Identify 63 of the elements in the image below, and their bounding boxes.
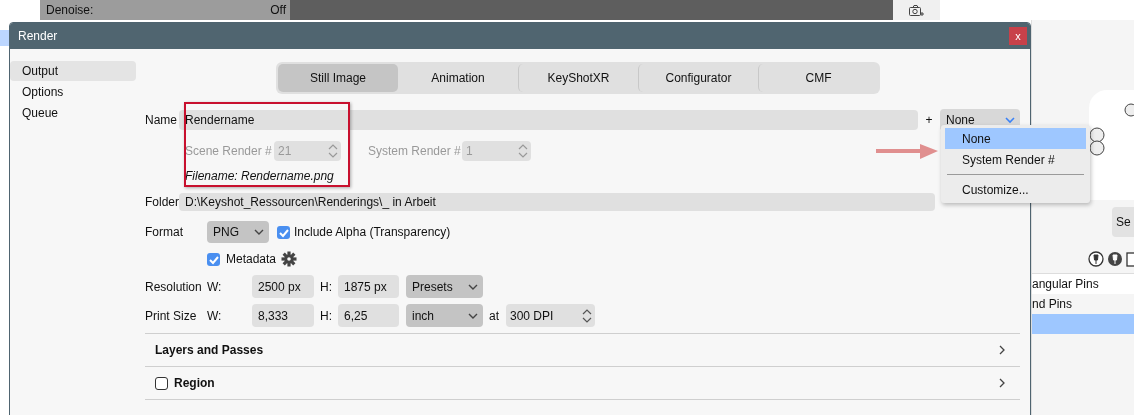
field-label: Folder <box>145 195 179 209</box>
section-title: Region <box>174 376 215 390</box>
folder-field[interactable]: D:\Keyshot_Ressourcen\Renderings\_ in Arbeit <box>179 193 935 211</box>
gear-icon[interactable] <box>281 251 298 267</box>
chevron-icon <box>253 228 265 236</box>
dpi-spinner[interactable]: 300 DPI <box>506 304 595 327</box>
width-field[interactable]: 8,333 <box>252 304 314 327</box>
checkbox-label: Include Alpha (Transparency) <box>294 225 451 239</box>
menu-item[interactable]: Customize... <box>945 179 1086 200</box>
window-title: Render <box>18 29 58 43</box>
sidebar-item[interactable]: Output <box>10 61 136 81</box>
setting-value: Off <box>270 3 286 17</box>
presets-dropdown[interactable]: Presets <box>406 275 483 298</box>
field-label: Name <box>145 113 178 127</box>
chevron-right-icon[interactable] <box>998 345 1006 355</box>
panel-button[interactable]: Se <box>1112 207 1134 237</box>
field-label: W: <box>207 279 223 294</box>
height-field[interactable]: 1875 px <box>338 275 399 298</box>
tab[interactable]: KeyShotXR <box>518 64 638 92</box>
close-button[interactable]: x <box>1009 27 1027 45</box>
list-row[interactable]: nd Pins <box>1032 294 1134 314</box>
menu-item[interactable]: System Render # <box>945 149 1086 170</box>
filename-text: Filename: Rendername.png <box>185 169 334 183</box>
sidebar-item[interactable]: Queue <box>10 103 136 123</box>
menu-item[interactable]: None <box>945 128 1086 149</box>
checkbox[interactable] <box>277 225 290 239</box>
sidebar-item[interactable]: Options <box>10 82 136 102</box>
tab[interactable]: Animation <box>398 64 518 92</box>
selected-item-background <box>0 30 9 46</box>
field-label: Print Size <box>145 308 198 323</box>
chevron-right-icon[interactable] <box>998 378 1006 388</box>
setting-label: Denoise: <box>46 3 94 17</box>
tab[interactable]: Configurator <box>638 64 758 92</box>
tab[interactable]: Still Image <box>278 64 398 92</box>
pin-icon[interactable] <box>1088 251 1104 267</box>
spinner-arrows-icon <box>581 308 593 323</box>
chevron-icon <box>467 282 479 291</box>
pin-icon[interactable] <box>1107 251 1123 267</box>
checkbox[interactable] <box>155 376 168 390</box>
list-row[interactable]: angular Pins <box>1032 274 1134 294</box>
field-label: Resolution <box>145 279 203 294</box>
field-label: at <box>489 308 500 323</box>
spinner-arrows-icon <box>327 144 339 158</box>
chevron-icon <box>1004 116 1016 124</box>
unit-dropdown[interactable]: inch <box>406 304 483 327</box>
field-label: W: <box>207 308 223 323</box>
format-dropdown[interactable]: PNG <box>207 221 269 243</box>
field-label: Scene Render # <box>185 144 273 158</box>
camera-icon[interactable] <box>908 2 925 18</box>
spinner-arrows-icon <box>517 144 529 158</box>
name-field[interactable]: Rendername <box>179 110 918 130</box>
section-title: Layers and Passes <box>155 343 264 357</box>
chevron-icon <box>467 311 479 320</box>
field-label: System Render # <box>368 144 462 158</box>
width-field[interactable]: 2500 px <box>252 275 314 298</box>
field-label: Format <box>145 225 184 239</box>
height-field[interactable]: 6,25 <box>338 304 399 327</box>
plus-label: + <box>924 113 934 127</box>
field-label: H: <box>320 308 333 323</box>
checkbox[interactable] <box>207 252 220 266</box>
tab[interactable]: CMF <box>758 64 878 92</box>
field-label: H: <box>320 279 333 294</box>
checkbox-label: Metadata <box>226 252 277 266</box>
